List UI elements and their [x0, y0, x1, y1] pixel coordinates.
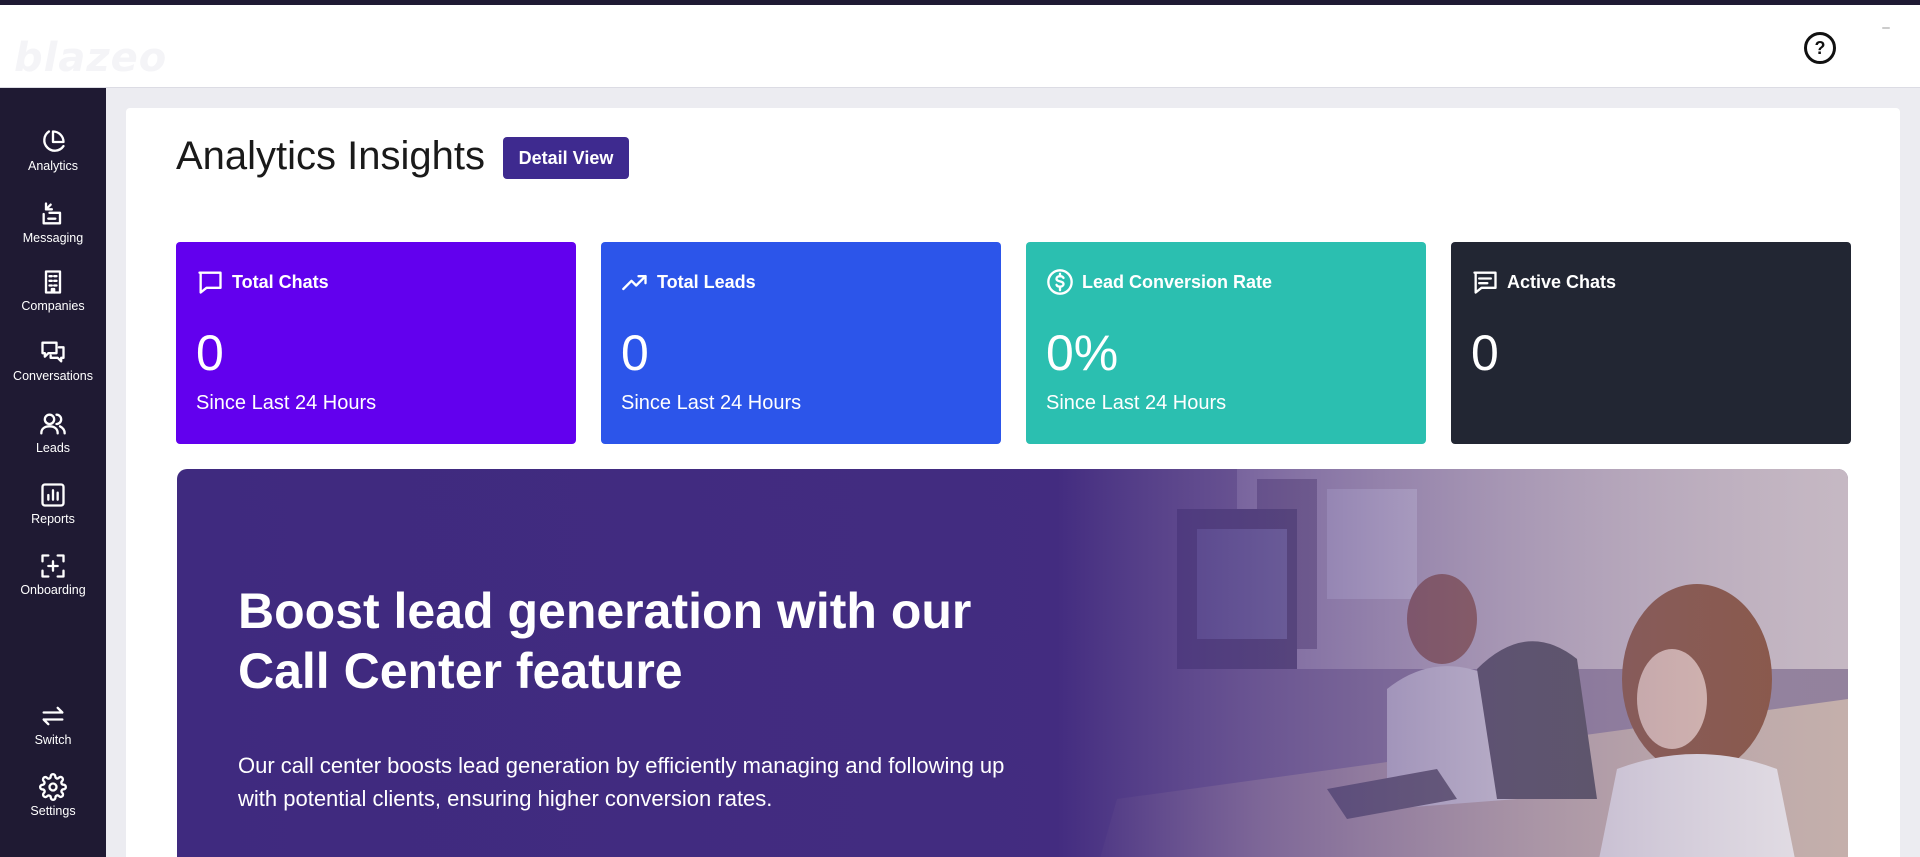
top-header: blazeo ? — [0, 5, 1920, 88]
page-title: Analytics Insights — [176, 134, 486, 178]
chat-bubbles-icon — [41, 341, 65, 363]
sidebar-item-label: Analytics — [27, 159, 79, 173]
sidebar-item-settings[interactable]: Settings — [0, 773, 106, 835]
sidebar-item-conversations[interactable]: Conversations — [0, 338, 106, 400]
detail-view-button[interactable]: Detail View — [503, 137, 629, 179]
banner-title: Boost lead generation with our Call Cent… — [238, 583, 972, 699]
logo[interactable]: blazeo — [14, 35, 167, 81]
sidebar-item-messaging[interactable]: Messaging — [0, 200, 106, 262]
trending-up-icon — [622, 275, 647, 291]
sidebar-item-switch[interactable]: Switch — [0, 702, 106, 764]
banner-text: Our call center boosts lead generation b… — [238, 753, 1005, 811]
stat-subtitle: Since Last 24 Hours — [621, 392, 802, 414]
stat-card-total-chats: Total Chats 0 Since Last 24 Hours — [176, 242, 576, 444]
stat-title: Lead Conversion Rate — [1082, 271, 1273, 292]
sidebar-item-label: Reports — [31, 512, 75, 526]
sidebar-item-label: Switch — [34, 733, 72, 747]
sidebar-item-companies[interactable]: Companies — [0, 268, 106, 330]
dollar-circle-icon — [1047, 269, 1073, 295]
stat-title: Active Chats — [1507, 271, 1617, 292]
users-icon — [40, 413, 66, 435]
sidebar-item-label: Companies — [21, 299, 85, 313]
message-lines-icon — [1473, 271, 1497, 294]
chat-square-icon — [198, 271, 222, 294]
sidebar-item-label: Messaging — [22, 231, 84, 245]
stat-title: Total Leads — [657, 271, 756, 292]
header-decoration — [1882, 27, 1890, 29]
sidebar-item-onboarding[interactable]: Onboarding — [0, 552, 106, 614]
stat-card-active-chats: Active Chats 0 — [1451, 242, 1851, 444]
sidebar-item-label: Leads — [35, 441, 71, 455]
sidebar-item-analytics[interactable]: Analytics — [0, 128, 106, 190]
stat-value: 0 — [1471, 325, 1499, 381]
stat-subtitle: Since Last 24 Hours — [1046, 392, 1227, 414]
stat-value: 0 — [621, 325, 649, 381]
building-icon — [44, 270, 62, 294]
sidebar-item-label: Settings — [30, 804, 76, 818]
stat-card-lead-conversion-rate: Lead Conversion Rate 0% Since Last 24 Ho… — [1026, 242, 1426, 444]
message-arrow-icon — [42, 202, 62, 225]
help-icon: ? — [1814, 37, 1826, 58]
call-center-banner: Boost lead generation with our Call Cent… — [177, 469, 1848, 857]
help-button[interactable]: ? — [1804, 32, 1836, 64]
bar-chart-icon — [41, 483, 65, 507]
stat-value: 0% — [1046, 325, 1119, 381]
sidebar-item-leads[interactable]: Leads — [0, 410, 106, 472]
call-center-photo — [1057, 469, 1848, 857]
stat-value: 0 — [196, 325, 224, 381]
sidebar-item-reports[interactable]: Reports — [0, 481, 106, 543]
add-box-icon — [41, 554, 65, 578]
stat-title: Total Chats — [232, 271, 329, 292]
sidebar-item-label: Onboarding — [20, 583, 86, 597]
switch-arrows-icon — [42, 706, 64, 726]
sidebar: Analytics Messaging Companies Conversati… — [0, 88, 106, 857]
gear-icon — [39, 773, 67, 801]
sidebar-item-label: Conversations — [13, 369, 93, 383]
pie-chart-icon — [43, 130, 65, 152]
stat-subtitle: Since Last 24 Hours — [196, 392, 377, 414]
stat-card-total-leads: Total Leads 0 Since Last 24 Hours — [601, 242, 1001, 444]
